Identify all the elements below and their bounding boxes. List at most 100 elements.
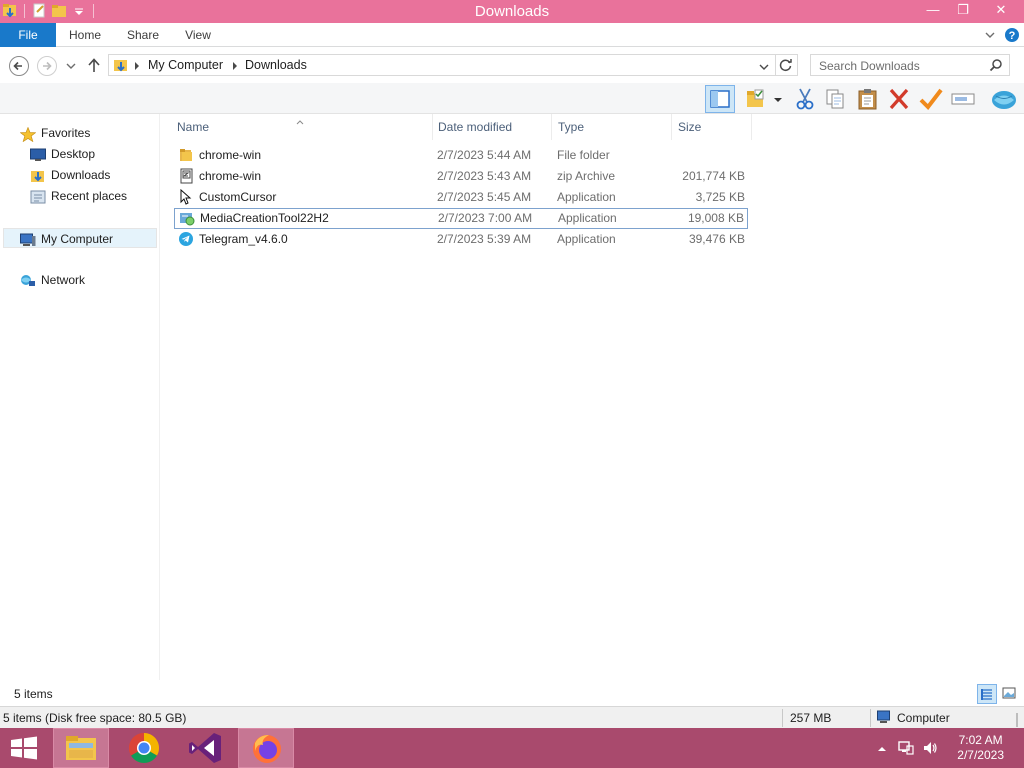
paste-icon[interactable] xyxy=(855,87,881,111)
clock[interactable]: 7:02 AM 2/7/2023 xyxy=(957,733,1004,763)
close-button[interactable]: ✕ xyxy=(978,0,1024,20)
table-row[interactable]: chrome-win 2/7/2023 5:43 AM zip Archive … xyxy=(174,166,748,187)
window-controls: — ❐ ✕ xyxy=(918,0,1024,20)
show-hidden-icons-icon[interactable] xyxy=(877,743,887,757)
rename-icon[interactable] xyxy=(950,87,976,111)
tab-home[interactable]: Home xyxy=(58,23,112,47)
nav-network-label: Network xyxy=(41,273,86,287)
expand-ribbon-icon[interactable] xyxy=(984,29,996,44)
folder-options-icon[interactable] xyxy=(745,87,771,111)
disk-space-status: 5 items (Disk free space: 80.5 GB) xyxy=(3,711,187,725)
item-count: 5 items xyxy=(14,687,53,701)
star-icon xyxy=(19,126,37,143)
window-title: Downloads xyxy=(474,3,550,20)
size-cell: 39,476 KB xyxy=(688,232,745,246)
selection-size: 257 MB xyxy=(790,711,832,725)
volume-icon[interactable] xyxy=(922,740,938,759)
computer-status-icon xyxy=(877,710,893,727)
size-cell: 19,008 KB xyxy=(687,211,744,225)
globe-properties-icon[interactable] xyxy=(990,87,1016,111)
restore-button[interactable]: ❐ xyxy=(948,0,978,20)
tab-file[interactable]: File xyxy=(0,23,56,47)
column-header-type[interactable]: Type xyxy=(552,114,672,140)
recent-locations-icon[interactable] xyxy=(66,60,76,74)
type-cell: Application xyxy=(557,190,616,204)
search-input[interactable]: Search Downloads xyxy=(810,54,1010,76)
downloads-folder-icon xyxy=(30,169,46,183)
up-arrow-icon[interactable] xyxy=(87,57,101,76)
clock-date: 2/7/2023 xyxy=(957,748,1004,762)
nav-item-desktop[interactable]: Desktop xyxy=(30,144,95,164)
navigation-pane: Favorites Desktop Downloads Recent place… xyxy=(0,114,160,680)
details-view-icon[interactable] xyxy=(977,684,997,704)
minimize-button[interactable]: — xyxy=(918,0,948,20)
back-button[interactable] xyxy=(9,56,29,76)
table-row[interactable]: CustomCursor 2/7/2023 5:45 AM Applicatio… xyxy=(174,187,748,208)
zip-icon xyxy=(178,168,194,184)
address-bar[interactable]: My Computer Downloads xyxy=(108,54,798,76)
forward-button[interactable] xyxy=(37,56,57,76)
size-cell: 201,774 KB xyxy=(682,169,745,183)
file-name-cell: CustomCursor xyxy=(178,188,276,207)
table-row-selected[interactable]: MediaCreationTool22H2 2/7/2023 7:00 AM A… xyxy=(174,208,748,229)
title-bar: Downloads — ❐ ✕ xyxy=(0,0,1024,23)
file-name-cell: chrome-win xyxy=(178,167,261,186)
details-status-bar: 5 items (Disk free space: 80.5 GB) 257 M… xyxy=(0,706,1024,728)
taskbar: 7:02 AM 2/7/2023 xyxy=(0,728,1024,768)
file-name: Telegram_v4.6.0 xyxy=(199,232,288,246)
cursor-app-icon xyxy=(178,188,194,205)
file-name-cell: MediaCreationTool22H2 xyxy=(179,209,329,228)
breadcrumb-downloads[interactable]: Downloads xyxy=(245,58,307,72)
size-cell: 3,725 KB xyxy=(695,190,745,204)
breadcrumb-my-computer[interactable]: My Computer xyxy=(148,58,223,72)
network-tray-icon[interactable] xyxy=(898,740,914,759)
folder-icon xyxy=(178,147,194,163)
breadcrumb-separator-icon[interactable] xyxy=(232,60,238,74)
select-check-icon[interactable] xyxy=(918,87,944,111)
column-header-date[interactable]: Date modified xyxy=(432,114,552,140)
taskbar-chrome[interactable] xyxy=(116,728,172,768)
file-name-cell: Telegram_v4.6.0 xyxy=(178,230,288,249)
refresh-button[interactable] xyxy=(775,55,797,75)
table-row[interactable]: chrome-win 2/7/2023 5:44 AM File folder xyxy=(174,145,748,166)
preview-pane-icon[interactable] xyxy=(705,85,735,113)
file-list: Name Date modified Type Size chrome-win … xyxy=(161,114,1024,680)
location-zone: Computer xyxy=(897,711,950,725)
tab-share[interactable]: Share xyxy=(116,23,170,47)
search-icon[interactable] xyxy=(989,58,1003,75)
taskbar-visual-studio[interactable] xyxy=(178,728,234,768)
column-header-name[interactable]: Name xyxy=(171,114,433,140)
cut-icon[interactable] xyxy=(792,87,818,111)
address-dropdown-icon[interactable] xyxy=(759,61,769,75)
date-modified-cell: 2/7/2023 5:39 AM xyxy=(437,232,532,246)
nav-my-computer[interactable]: My Computer xyxy=(3,228,157,248)
file-name: chrome-win xyxy=(199,169,262,183)
downloads-location-icon xyxy=(113,57,129,76)
large-icons-view-icon[interactable] xyxy=(1000,684,1020,704)
nav-item-downloads[interactable]: Downloads xyxy=(30,165,110,185)
copy-icon[interactable] xyxy=(823,87,849,111)
nav-item-label: Desktop xyxy=(51,147,96,161)
command-toolbar xyxy=(0,83,1024,114)
taskbar-file-explorer[interactable] xyxy=(53,728,109,768)
nav-network[interactable]: Network xyxy=(20,270,85,290)
column-header-size[interactable]: Size xyxy=(672,114,752,140)
breadcrumb-separator-icon[interactable] xyxy=(134,60,140,74)
date-modified-cell: 2/7/2023 5:43 AM xyxy=(437,169,532,183)
network-icon xyxy=(20,274,36,288)
taskbar-firefox[interactable] xyxy=(238,728,294,768)
folder-options-dropdown-icon[interactable] xyxy=(772,87,786,111)
help-icon[interactable]: ? xyxy=(1004,27,1020,46)
start-button[interactable] xyxy=(0,728,48,768)
table-row[interactable]: Telegram_v4.6.0 2/7/2023 5:39 AM Applica… xyxy=(174,229,748,250)
type-cell: Application xyxy=(558,211,617,225)
nav-my-computer-label: My Computer xyxy=(41,232,114,246)
nav-item-recent-places[interactable]: Recent places xyxy=(30,186,127,206)
nav-item-label: Downloads xyxy=(51,168,111,182)
desktop-icon xyxy=(30,148,46,162)
nav-favorites[interactable]: Favorites xyxy=(19,123,90,143)
type-cell: zip Archive xyxy=(557,169,616,183)
computer-icon xyxy=(20,233,36,247)
tab-view[interactable]: View xyxy=(172,23,224,47)
delete-icon[interactable] xyxy=(886,87,912,111)
